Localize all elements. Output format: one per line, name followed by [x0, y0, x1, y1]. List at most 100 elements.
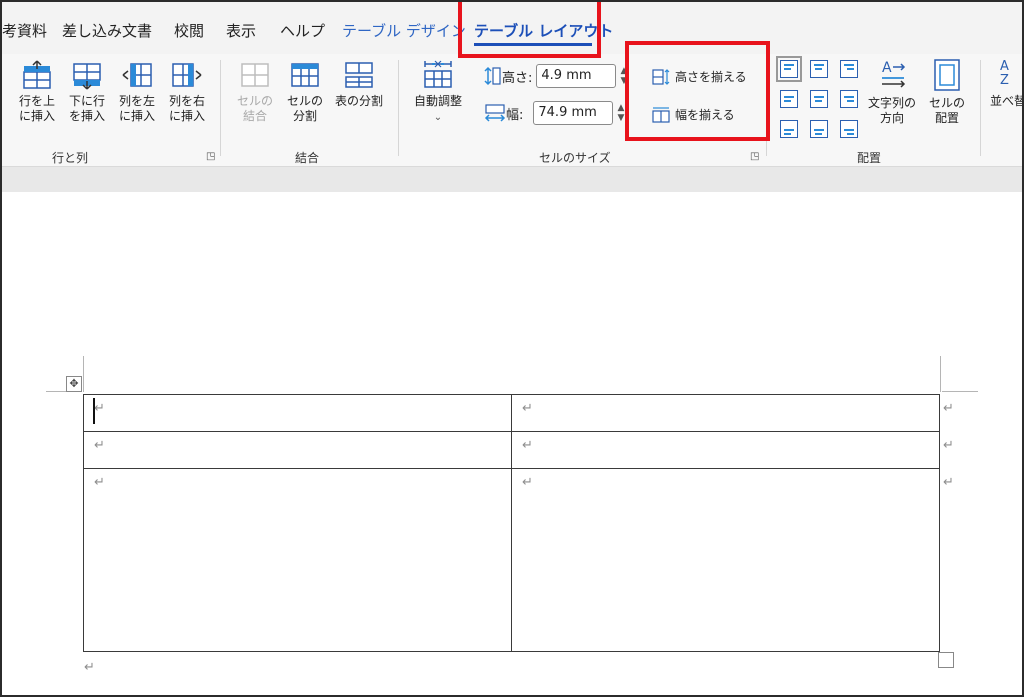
split-table-button[interactable]: 表の分割 — [330, 60, 388, 109]
split-cells-button[interactable]: セルの 分割 — [282, 60, 328, 124]
insert-below-label-line2: を挿入 — [68, 109, 105, 123]
tab-table-design[interactable]: テーブル デザイン — [342, 20, 466, 41]
column-width-label: 幅: — [506, 107, 524, 123]
row-height-icon — [484, 66, 501, 86]
paragraph-mark: ↵ — [522, 438, 533, 453]
insert-below-icon — [73, 63, 101, 90]
ribbon-bottom-band — [2, 166, 1022, 192]
paragraph-mark: ↵ — [94, 401, 105, 416]
split-table-icon — [345, 62, 373, 88]
cell-margins-label-line2: 配置 — [934, 111, 959, 125]
row-height-control: 高さ: 4.9 mm ▲ ▼ — [484, 64, 627, 88]
autofit-button[interactable]: 自動調整 ⌄ — [406, 60, 470, 125]
table-cell[interactable]: ↵ — [511, 468, 940, 652]
table-cell[interactable]: ↵ — [83, 431, 512, 469]
highlight-table-layout-tab — [458, 2, 601, 58]
autofit-dropdown-chevron-down-icon: ⌄ — [433, 112, 443, 123]
row-end-mark: ↵ — [943, 401, 954, 416]
align-top-right-icon[interactable] — [840, 60, 858, 78]
text-cursor — [93, 398, 95, 424]
insert-right-icon — [172, 63, 202, 87]
align-bottom-left-icon[interactable] — [780, 120, 798, 138]
merge-cells-button[interactable]: セルの 結合 — [232, 60, 278, 124]
cell-size-dialog-launcher-icon[interactable]: ◳ — [750, 151, 759, 162]
insert-above-icon — [23, 60, 51, 89]
insert-right-label-line2: に挿入 — [168, 109, 205, 123]
column-width-input[interactable]: 74.9 mm ▲ ▼ — [533, 101, 624, 125]
text-direction-label-line2: 方向 — [879, 111, 904, 125]
tab-view[interactable]: 表示 — [226, 20, 256, 41]
tab-review[interactable]: 校閲 — [174, 20, 204, 41]
row-height-value: 4.9 mm — [541, 68, 592, 83]
align-top-left-icon[interactable] — [776, 56, 802, 82]
group-label-cell-size: セルのサイズ — [539, 151, 611, 165]
paragraph-mark: ↵ — [84, 660, 95, 675]
svg-text:A: A — [882, 60, 892, 76]
alignment-grid — [776, 56, 864, 140]
column-width-spinner-icon[interactable]: ▲ ▼ — [617, 103, 624, 123]
tab-mailings[interactable]: 差し込み文書 — [62, 20, 152, 41]
table-row: ↵ ↵ — [83, 468, 940, 652]
group-label-merge: 結合 — [295, 151, 320, 165]
row-end-mark: ↵ — [943, 475, 954, 490]
insert-left-icon — [122, 63, 152, 87]
align-top-center-icon[interactable] — [810, 60, 828, 78]
align-middle-right-icon[interactable] — [840, 90, 858, 108]
insert-left-button[interactable]: 列を左 に挿入 — [114, 60, 160, 124]
document-table[interactable]: ↵ ↵ ↵ ↵ ↵ ↵ — [83, 394, 940, 652]
insert-left-label-line1: 列を左 — [118, 94, 155, 108]
group-label-alignment: 配置 — [857, 151, 882, 165]
cell-margins-button[interactable]: セルの 配置 — [922, 58, 972, 126]
merge-cells-label-line1: セルの — [236, 94, 273, 108]
crop-mark — [942, 391, 978, 392]
table-resize-handle-icon[interactable] — [938, 652, 954, 668]
tab-help[interactable]: ヘルプ — [280, 20, 325, 41]
group-separator — [980, 60, 981, 156]
align-bottom-center-icon[interactable] — [810, 120, 828, 138]
paragraph-mark: ↵ — [94, 438, 105, 453]
autofit-label: 自動調整 — [413, 94, 462, 108]
table-cell[interactable]: ↵ — [511, 431, 940, 469]
insert-above-label-line1: 行を上 — [18, 94, 55, 108]
align-bottom-right-icon[interactable] — [840, 120, 858, 138]
table-move-handle-icon[interactable]: ✥ — [66, 376, 82, 392]
sort-label: 並べ替え — [990, 94, 1022, 108]
group-separator — [398, 60, 399, 156]
text-direction-label-line1: 文字列の — [867, 96, 916, 110]
paragraph-mark: ↵ — [522, 401, 533, 416]
insert-right-label-line1: 列を右 — [168, 94, 205, 108]
word-window: 考資料 差し込み文書 校閲 表示 ヘルプ テーブル デザイン テーブル レイアウ… — [0, 0, 1024, 697]
split-cells-label-line2: 分割 — [292, 109, 317, 123]
highlight-distribute-buttons — [625, 41, 770, 141]
merge-cells-label-line2: 結合 — [242, 109, 267, 123]
paragraph-mark: ↵ — [94, 475, 105, 490]
insert-above-button[interactable]: 行を上 に挿入 — [14, 60, 60, 124]
cell-margins-icon — [934, 59, 960, 91]
split-table-label: 表の分割 — [334, 94, 383, 108]
row-height-input[interactable]: 4.9 mm ▲ ▼ — [536, 64, 627, 88]
row-end-mark: ↵ — [943, 438, 954, 453]
insert-left-label-line2: に挿入 — [118, 109, 155, 123]
crop-mark — [83, 356, 84, 392]
table-cell[interactable]: ↵ — [83, 468, 512, 652]
autofit-icon — [424, 60, 452, 88]
group-separator — [220, 60, 221, 156]
merge-cells-icon — [241, 63, 269, 87]
cell-margins-label-line1: セルの — [928, 96, 965, 110]
rows-columns-dialog-launcher-icon[interactable]: ◳ — [206, 151, 215, 162]
tab-references[interactable]: 考資料 — [2, 20, 47, 41]
align-middle-left-icon[interactable] — [780, 90, 798, 108]
insert-below-button[interactable]: 下に行 を挿入 — [64, 60, 110, 124]
insert-right-button[interactable]: 列を右 に挿入 — [164, 60, 210, 124]
text-direction-button[interactable]: A 文字列の 方向 — [864, 58, 920, 126]
table-cell[interactable]: ↵ — [83, 394, 512, 432]
row-height-label: 高さ: — [502, 70, 533, 86]
split-cells-icon — [291, 63, 319, 87]
insert-below-label-line1: 下に行 — [68, 94, 105, 108]
sort-button[interactable]: A Z 並べ替え — [990, 58, 1022, 109]
align-middle-center-icon[interactable] — [810, 90, 828, 108]
crop-mark — [940, 356, 941, 392]
table-cell[interactable]: ↵ — [511, 394, 940, 432]
table-row: ↵ ↵ — [83, 394, 940, 432]
group-label-rows-columns: 行と列 — [52, 151, 89, 165]
